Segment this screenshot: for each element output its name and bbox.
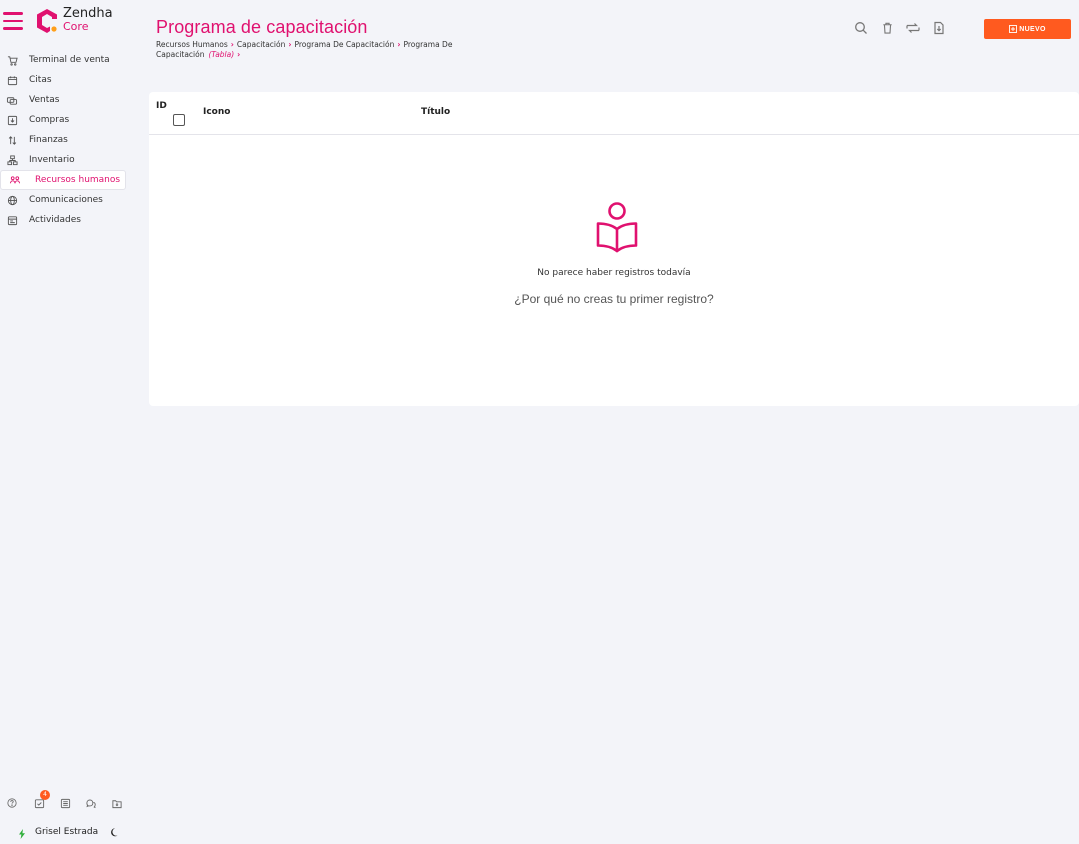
user-name: Grisel Estrada [35, 827, 99, 837]
reader-book-icon [596, 202, 638, 253]
add-document-icon [1009, 25, 1018, 33]
sidebar: Zendha Core Terminal de venta Citas Vent… [0, 0, 130, 844]
breadcrumb-item[interactable]: Capacitación [237, 40, 285, 49]
sidebar-item-label: Recursos humanos [35, 175, 121, 185]
list-icon[interactable] [59, 797, 71, 809]
calendar-icon [6, 74, 18, 86]
column-header-icon[interactable]: Icono [203, 107, 230, 117]
breadcrumb-item[interactable]: Recursos Humanos [156, 40, 228, 49]
new-button-label: NUEVO [1019, 25, 1046, 33]
money-icon [6, 94, 18, 106]
user-profile[interactable]: Grisel Estrada [18, 825, 120, 839]
lightning-icon [19, 829, 25, 839]
sidebar-item-terminal-de-venta[interactable]: Terminal de venta [0, 50, 130, 70]
sidebar-item-label: Compras [29, 115, 70, 125]
trash-icon[interactable] [879, 20, 895, 36]
sidebar-item-inventario[interactable]: Inventario [0, 150, 130, 170]
sidebar-item-actividades[interactable]: Actividades [0, 210, 130, 230]
sidebar-item-comunicaciones[interactable]: Comunicaciones [0, 190, 130, 210]
page-title: Programa de capacitación [156, 17, 368, 37]
sidebar-item-recursos-humanos[interactable]: Recursos humanos [0, 170, 126, 190]
globe-icon [6, 194, 18, 206]
breadcrumb-view-label: (Tabla) [208, 49, 235, 59]
select-all-checkbox[interactable] [173, 114, 185, 126]
folder-download-icon[interactable] [111, 797, 123, 809]
empty-state: No parece haber registros todavía ¿Por q… [149, 135, 1079, 406]
sidebar-item-finanzas[interactable]: Finanzas [0, 130, 130, 150]
sidebar-footer-icons: 4 [6, 790, 137, 809]
calendar-list-icon [6, 214, 18, 226]
table-header: ID Icono Título [149, 92, 1079, 135]
breadcrumb-item[interactable]: Programa De Capacitación [294, 40, 394, 49]
sidebar-item-citas[interactable]: Citas [0, 70, 130, 90]
refresh-icon[interactable] [905, 20, 921, 36]
zendha-logo [37, 9, 57, 33]
chevron-right-icon: › [397, 40, 401, 49]
sidebar-item-label: Citas [29, 75, 52, 85]
sidebar-item-label: Ventas [29, 95, 60, 105]
brand-name: Zendha [63, 6, 113, 21]
moon-icon[interactable] [110, 827, 120, 837]
new-record-button[interactable]: NUEVO [984, 19, 1071, 39]
boxes-icon [6, 154, 18, 166]
sidebar-item-label: Terminal de venta [29, 55, 110, 65]
menu-toggle-button[interactable] [3, 12, 23, 30]
sidebar-item-label: Inventario [29, 155, 75, 165]
toolbar [853, 20, 957, 36]
create-first-record-link[interactable]: ¿Por qué no creas tu primer registro? [149, 292, 1079, 306]
sidebar-item-compras[interactable]: Compras [0, 110, 130, 130]
file-download-icon[interactable] [931, 20, 947, 36]
sidebar-nav: Terminal de venta Citas Ventas Compras F… [0, 50, 130, 230]
sidebar-item-label: Finanzas [29, 135, 68, 145]
column-header-id[interactable]: ID [156, 101, 167, 111]
empty-state-message: No parece haber registros todavía [537, 268, 691, 278]
help-icon[interactable] [6, 797, 18, 809]
chevron-right-icon: › [288, 40, 292, 49]
people-icon [9, 174, 21, 186]
records-table: ID Icono Título No parece haber registro… [149, 92, 1079, 406]
chevron-right-icon: › [237, 49, 241, 59]
tasks-icon[interactable]: 4 [33, 790, 50, 809]
arrows-updown-icon [6, 134, 18, 146]
chat-icon[interactable] [85, 797, 97, 809]
download-box-icon [6, 114, 18, 126]
breadcrumb: Recursos Humanos › Capacitación › Programa D… [156, 40, 526, 59]
search-icon[interactable] [853, 20, 869, 36]
brand: Zendha Core [0, 6, 130, 36]
sidebar-item-label: Actividades [29, 215, 81, 225]
cart-icon [6, 54, 18, 66]
sidebar-item-ventas[interactable]: Ventas [0, 90, 130, 110]
brand-subtitle: Core [63, 20, 89, 33]
chevron-right-icon: › [230, 40, 234, 49]
sidebar-item-label: Comunicaciones [29, 195, 103, 205]
notification-badge: 4 [40, 790, 50, 800]
column-header-title[interactable]: Título [421, 107, 450, 117]
